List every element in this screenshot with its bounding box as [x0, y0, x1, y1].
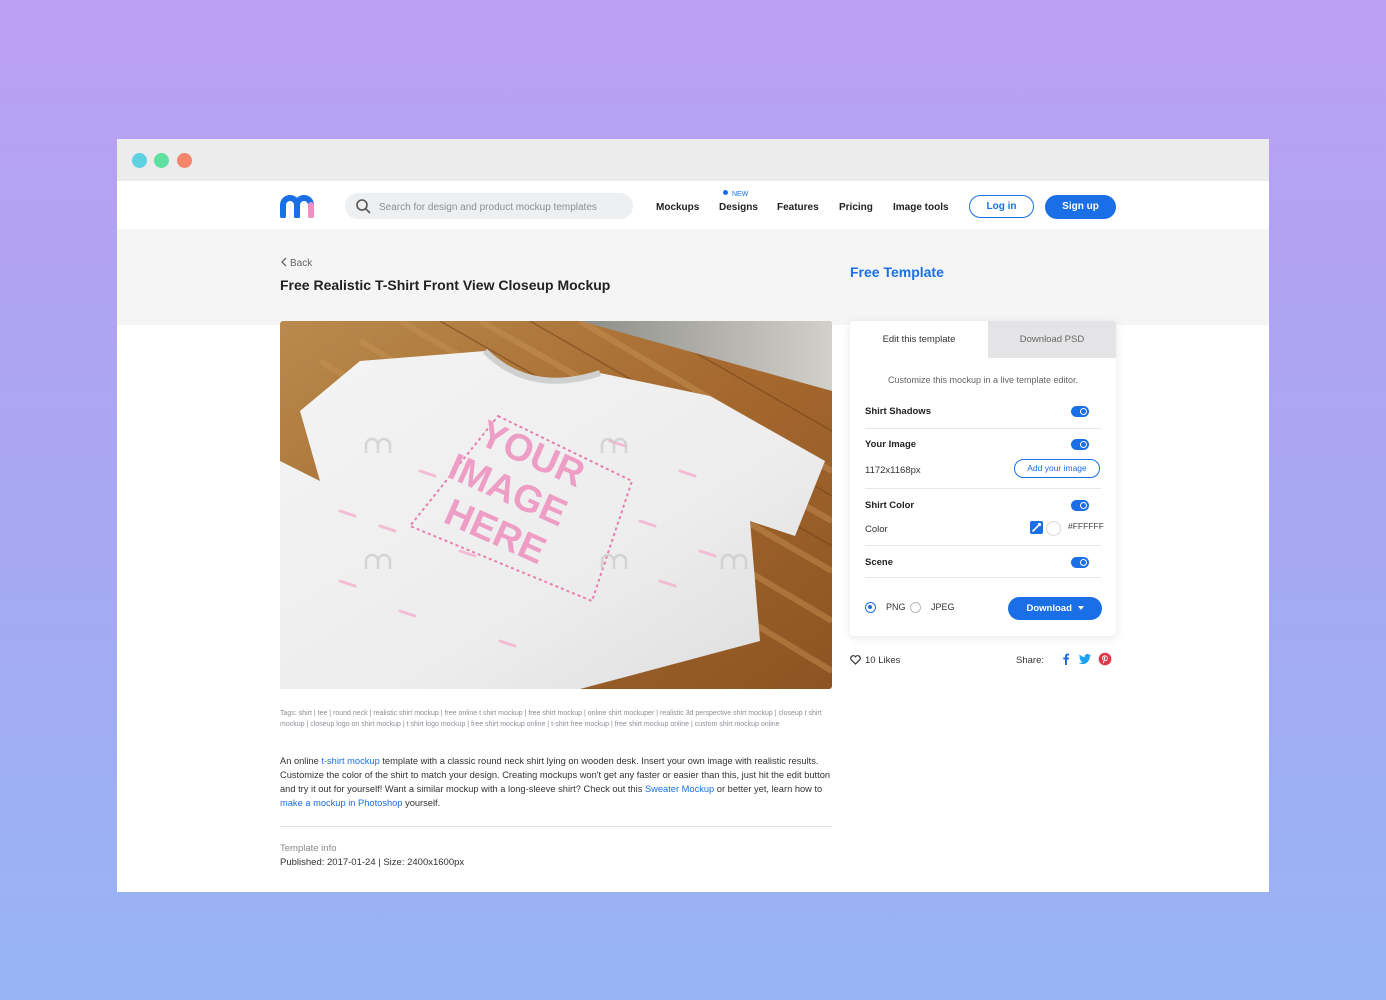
- panel-subtitle: Customize this mockup in a live template…: [887, 375, 1079, 385]
- back-link[interactable]: Back: [280, 257, 312, 269]
- template-info-label: Template info: [280, 843, 337, 854]
- scene-label: Scene: [865, 557, 893, 568]
- format-png-radio[interactable]: [865, 602, 876, 613]
- eyedropper-icon: [1032, 522, 1042, 532]
- heart-icon: [850, 655, 861, 665]
- shirt-color-toggle[interactable]: [1071, 500, 1089, 511]
- likes-counter[interactable]: 10 Likes: [850, 655, 900, 666]
- tab-download-psd[interactable]: Download PSD: [988, 321, 1116, 358]
- scene-toggle[interactable]: [1071, 557, 1089, 568]
- twitter-icon[interactable]: [1078, 652, 1092, 666]
- nav-image-tools[interactable]: Image tools: [893, 202, 949, 213]
- chevron-left-icon: [281, 257, 287, 267]
- desc-text-1: An online: [280, 756, 322, 766]
- likes-label: 10 Likes: [865, 655, 901, 666]
- shirt-color-label: Shirt Color: [865, 500, 915, 511]
- panel-divider: [865, 488, 1101, 489]
- shirt-shadows-label: Shirt Shadows: [865, 406, 931, 417]
- nav-designs[interactable]: Designs: [719, 202, 758, 213]
- nav-pricing[interactable]: Pricing: [839, 202, 873, 213]
- page-title: Free Realistic T-Shirt Front View Closeu…: [280, 277, 611, 293]
- window-dot-green[interactable]: [154, 153, 169, 168]
- nav-features[interactable]: Features: [777, 202, 819, 213]
- panel-divider: [865, 577, 1101, 578]
- new-badge-label: NEW: [732, 191, 749, 198]
- shirt-shadows-toggle[interactable]: [1071, 406, 1089, 417]
- format-jpeg-label[interactable]: JPEG: [931, 602, 955, 612]
- sweater-mockup-link[interactable]: Sweater Mockup: [645, 784, 714, 794]
- badge-dot: [723, 190, 728, 195]
- window-dot-red[interactable]: [177, 153, 192, 168]
- photoshop-mockup-link[interactable]: make a mockup in Photoshop: [280, 798, 402, 808]
- mockup-preview[interactable]: YOUR IMAGE HERE: [280, 321, 832, 689]
- facebook-icon[interactable]: [1059, 652, 1073, 666]
- share-label: Share:: [1016, 655, 1044, 666]
- template-info-value: Published: 2017-01-24 | Size: 2400x1600p…: [280, 857, 465, 868]
- logo-icon[interactable]: [279, 194, 323, 218]
- tags-list: Tags: shirt | tee | round neck | realist…: [280, 710, 822, 728]
- tab-edit-template[interactable]: Edit this template: [850, 321, 988, 358]
- template-editor-panel: Edit this template Download PSD Customiz…: [850, 321, 1116, 636]
- download-label: Download: [1026, 603, 1072, 614]
- window-dot-cyan[interactable]: [132, 153, 147, 168]
- new-badge: NEW: [723, 190, 748, 198]
- tshirt-mockup-link[interactable]: t-shirt mockup: [321, 756, 379, 766]
- section-divider: [280, 826, 832, 827]
- mockup-image: YOUR IMAGE HERE: [280, 321, 832, 689]
- your-image-toggle[interactable]: [1071, 439, 1089, 450]
- color-label: Color: [865, 524, 888, 535]
- desc-text-4: yourself.: [402, 798, 441, 808]
- search-input[interactable]: [377, 197, 621, 217]
- search-icon: [356, 199, 371, 214]
- color-picker-button[interactable]: [1030, 521, 1043, 534]
- image-size: 1172x1168px: [865, 465, 921, 476]
- panel-divider: [865, 545, 1101, 546]
- nav-mockups[interactable]: Mockups: [656, 202, 699, 213]
- your-image-label: Your Image: [865, 439, 917, 450]
- free-template-heading: Free Template: [850, 264, 944, 280]
- back-label: Back: [290, 258, 313, 269]
- caret-down-icon: [1077, 606, 1084, 610]
- signup-button[interactable]: Sign up: [1045, 195, 1116, 219]
- format-png-label[interactable]: PNG: [886, 602, 906, 612]
- desc-text-3: or better yet, learn how to: [714, 784, 823, 794]
- download-button[interactable]: Download: [1008, 597, 1102, 620]
- color-hex-value[interactable]: #FFFFFF: [1068, 521, 1104, 531]
- format-jpeg-radio[interactable]: [910, 602, 921, 613]
- pinterest-icon[interactable]: [1098, 652, 1112, 666]
- add-image-button[interactable]: Add your image: [1014, 459, 1100, 478]
- browser-window: Mockups NEW Designs Features Pricing Ima…: [117, 139, 1269, 892]
- search-bar[interactable]: [345, 193, 633, 219]
- window-titlebar: [117, 139, 1269, 181]
- template-description: An online t-shirt mockup template with a…: [280, 754, 832, 810]
- top-navigation: Mockups NEW Designs Features Pricing Ima…: [117, 181, 1269, 229]
- panel-divider: [865, 428, 1101, 429]
- login-button[interactable]: Log in: [969, 195, 1034, 218]
- color-swatch[interactable]: [1046, 521, 1061, 536]
